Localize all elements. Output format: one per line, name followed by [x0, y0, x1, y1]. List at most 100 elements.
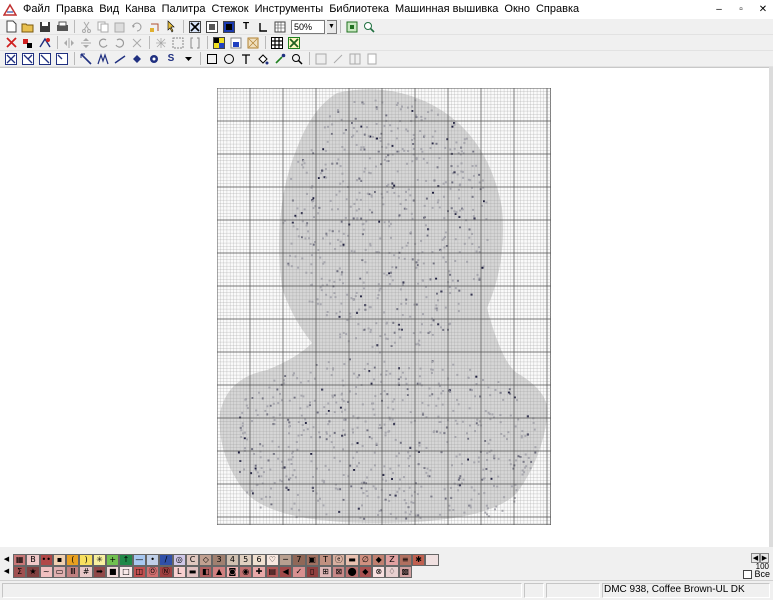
menu-view[interactable]: Вид [96, 0, 122, 19]
delete-icon[interactable] [3, 35, 19, 50]
palette-swatch[interactable]: B [26, 554, 40, 566]
palette-swatch[interactable]: 4 [225, 554, 240, 566]
palette-swatch[interactable]: ⊗ [372, 566, 386, 578]
arrow-left-icon[interactable]: ◀ [1, 554, 12, 566]
palette-swatch[interactable]: / [159, 554, 173, 566]
undo-icon[interactable] [129, 19, 145, 34]
palette-swatch[interactable]: ) [79, 554, 93, 566]
palette-swatch[interactable]: ◆ [358, 566, 373, 578]
open-folder-icon[interactable] [20, 19, 36, 34]
half-stitch-icon[interactable] [37, 51, 53, 66]
palette-swatch[interactable]: # [79, 566, 93, 578]
bead-icon[interactable] [146, 51, 162, 66]
magnifier-icon[interactable] [289, 51, 305, 66]
palette-swatch[interactable]: Σ [13, 566, 27, 578]
cross-stitch-pattern[interactable] [217, 88, 551, 525]
app-icon[interactable] [2, 2, 18, 18]
palette-swatch[interactable]: ▲ [212, 566, 226, 578]
page-view-icon[interactable] [364, 51, 380, 66]
mirror-icon[interactable] [129, 35, 145, 50]
backstitch-multi-icon[interactable] [95, 51, 111, 66]
vertical-scrollbar[interactable] [769, 67, 773, 547]
palette-swatch[interactable]: • [145, 554, 160, 566]
palette-swatch[interactable]: ★ [26, 566, 40, 578]
palette-swatch[interactable]: ◎ [172, 554, 186, 566]
palette-swatch[interactable]: Ⓝ [159, 566, 173, 578]
redo-icon[interactable] [146, 19, 162, 34]
palette-swatch[interactable]: •• [39, 554, 53, 566]
rotate-left-icon[interactable] [95, 35, 111, 50]
menu-tools[interactable]: Инструменты [252, 0, 327, 19]
palette-swatch[interactable]: ▦ [13, 554, 27, 566]
checkbox-icon[interactable] [743, 569, 753, 579]
palette-swatch[interactable]: L [172, 566, 186, 578]
show-grid-icon[interactable] [269, 35, 285, 50]
palette-colors-icon[interactable] [211, 35, 227, 50]
palette-swatch[interactable]: ⬤ [345, 566, 359, 578]
palette-swatch[interactable]: ▤ [265, 566, 279, 578]
menu-stitch[interactable]: Стежок [208, 0, 251, 19]
select-area-icon[interactable] [170, 35, 186, 50]
palette-swatch[interactable]: Ⓞ [145, 566, 160, 578]
full-stitch-icon[interactable] [3, 51, 19, 66]
palette-swatch[interactable]: ▯ [305, 566, 319, 578]
palette-swatch[interactable]: ➡ [92, 566, 107, 578]
line-mode-icon[interactable] [255, 19, 271, 34]
palette-swatch[interactable]: ▩ [398, 566, 412, 578]
palette-swatch[interactable]: T [318, 554, 333, 566]
close-icon[interactable]: ✕ [757, 4, 769, 15]
palette-swatch[interactable]: ▬ [345, 554, 359, 566]
cut-icon[interactable] [78, 19, 94, 34]
draw-line-icon[interactable] [330, 51, 346, 66]
palette-swatch[interactable]: ▪ [52, 554, 67, 566]
menu-edit[interactable]: Правка [53, 0, 96, 19]
fit-page-icon[interactable] [344, 19, 360, 34]
palette-swatch[interactable]: ◙ [225, 566, 240, 578]
show-stitches-icon[interactable] [286, 35, 302, 50]
palette-swatch[interactable]: ▣ [305, 554, 319, 566]
palette-swatch[interactable]: ✳ [92, 554, 107, 566]
palette-swatch[interactable]: ◉ [239, 566, 253, 578]
save-icon[interactable] [37, 19, 53, 34]
palette-swatch[interactable]: ♡ [265, 554, 279, 566]
clear-area-icon[interactable] [313, 51, 329, 66]
chevron-down-icon[interactable]: ▼ [327, 19, 337, 34]
cross-stitch-mode-icon[interactable] [187, 19, 203, 34]
menu-window[interactable]: Окно [501, 0, 533, 19]
menu-help[interactable]: Справка [533, 0, 582, 19]
palette-swatch[interactable]: ↑ [119, 554, 133, 566]
palette-swatch[interactable]: 6 [252, 554, 266, 566]
flip-horizontal-icon[interactable] [61, 35, 77, 50]
ellipse-tool-icon[interactable] [221, 51, 237, 66]
palette-swatch[interactable]: ◇ [199, 554, 213, 566]
flip-vertical-icon[interactable] [78, 35, 94, 50]
palette-swatch[interactable]: 7 [292, 554, 306, 566]
restore-icon[interactable]: ▫ [735, 4, 747, 15]
grid-view-icon[interactable] [272, 19, 288, 34]
arrow-left-icon[interactable]: ◀ [1, 566, 12, 578]
backstitch-icon[interactable] [78, 51, 94, 66]
select-color-icon[interactable] [228, 35, 244, 50]
palette-swatch[interactable]: ◫ [132, 566, 146, 578]
palette-swatch[interactable]: Z [385, 554, 399, 566]
palette-swatch[interactable]: + [106, 554, 120, 566]
menu-canvas[interactable]: Канва [122, 0, 158, 19]
rotate-right-icon[interactable] [112, 35, 128, 50]
stitch-pattern-icon[interactable] [245, 35, 261, 50]
palette-swatch[interactable]: ≡ [398, 554, 412, 566]
three-quarter-stitch-icon[interactable] [20, 51, 36, 66]
french-knot-line-icon[interactable] [112, 51, 128, 66]
show-all-checkbox[interactable]: Все [743, 569, 770, 579]
center-cross-icon[interactable] [153, 35, 169, 50]
palette-swatch[interactable]: ∅ [358, 554, 373, 566]
palette-swatch[interactable]: ✱ [411, 554, 426, 566]
palette-swatch[interactable]: ⓔ [332, 554, 346, 566]
text-tool-icon[interactable]: T [238, 19, 254, 34]
quarter-stitch-icon[interactable] [54, 51, 70, 66]
replace-color-icon[interactable] [37, 35, 53, 50]
palette-swatch[interactable]: ◆ [372, 554, 386, 566]
color-block-mode-icon[interactable] [221, 19, 237, 34]
palette-swatch[interactable]: □ [119, 566, 133, 578]
palette-swatch[interactable]: ◧ [199, 566, 213, 578]
new-file-icon[interactable] [3, 19, 19, 34]
